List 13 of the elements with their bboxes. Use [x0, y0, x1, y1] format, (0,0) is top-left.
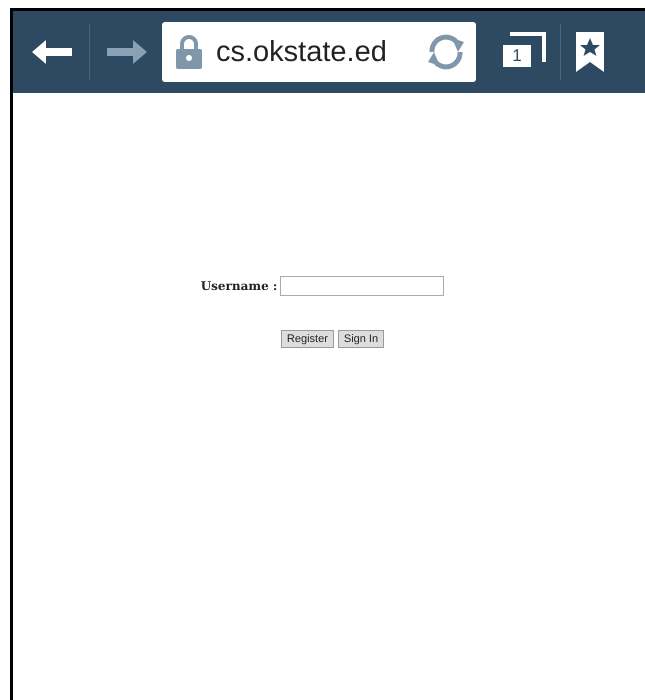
lock-icon [176, 35, 202, 69]
tabs-button[interactable]: 1 [500, 32, 546, 72]
back-arrow-icon [32, 40, 72, 64]
url-text: cs.okstate.ed [216, 36, 388, 68]
register-button[interactable]: Register [280, 330, 334, 348]
sign-in-button[interactable]: Sign In [338, 330, 384, 348]
username-label: Username : [200, 279, 278, 293]
address-bar[interactable]: cs.okstate.ed [162, 22, 476, 82]
bookmark-button[interactable] [573, 32, 607, 72]
bookmark-star-icon [576, 32, 604, 72]
username-field[interactable] [280, 276, 444, 296]
tab-count: 1 [503, 45, 531, 67]
forward-arrow-icon [107, 40, 147, 64]
